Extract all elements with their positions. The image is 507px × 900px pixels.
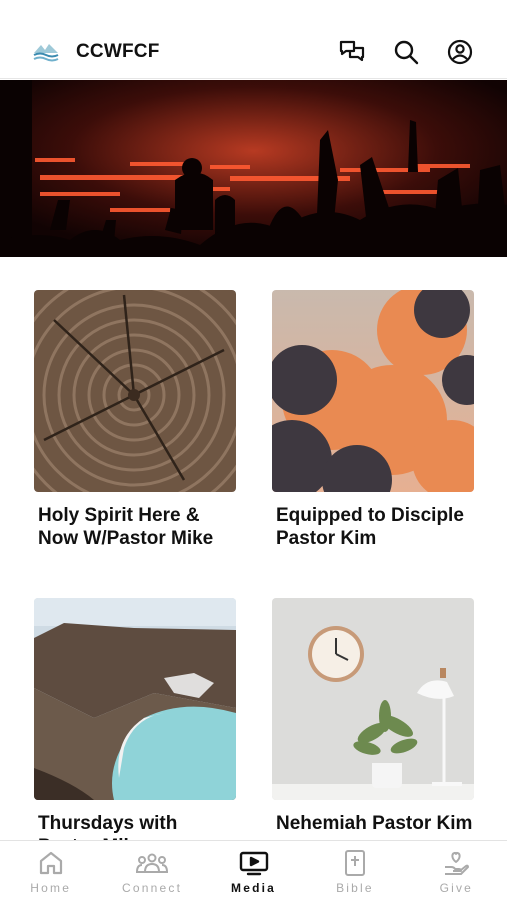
tab-label: Home [30, 881, 72, 895]
tab-media[interactable]: Media [203, 841, 304, 900]
logo-icon [33, 44, 59, 62]
search-button[interactable] [379, 32, 433, 72]
tab-home[interactable]: Home [0, 841, 101, 900]
sunset-clouds-image [272, 290, 474, 492]
tab-label: Give [439, 881, 474, 895]
card-title: Thursdays with Pastor Mike [38, 813, 178, 840]
hero-banner[interactable] [0, 80, 507, 257]
app-header: CCWFCF [0, 26, 507, 79]
chat-button[interactable] [325, 32, 379, 72]
card-title: Nehemiah Pastor Kim [276, 813, 473, 834]
media-card[interactable]: Equipped to Disciple Pastor Kim [272, 290, 474, 550]
app-title: CCWFCF [76, 41, 160, 62]
tab-label: Connect [122, 881, 183, 895]
tab-label: Media [231, 881, 277, 895]
tab-connect[interactable]: Connect [101, 841, 202, 900]
media-card[interactable]: Holy Spirit Here & Now W/Pastor Mike [34, 290, 236, 550]
search-icon [394, 40, 419, 65]
tv-play-icon [239, 851, 268, 876]
card-title: Holy Spirit Here & Now W/Pastor Mike [38, 505, 214, 549]
tab-bible[interactable]: Bible [304, 841, 405, 900]
status-bar [0, 0, 507, 26]
media-grid: Holy Spirit Here & Now W/Pastor Mike Equ… [34, 290, 474, 840]
tab-give[interactable]: Give [406, 841, 507, 900]
volcanic-lake-image [34, 598, 236, 800]
profile-button[interactable] [433, 32, 487, 72]
card-title: Equipped to Disciple Pastor Kim [276, 505, 464, 549]
bottom-tab-bar: Home Connect Media Bible Give [0, 840, 507, 900]
hero-image [0, 80, 507, 257]
heart-hand-icon [445, 851, 470, 875]
tab-label: Bible [336, 881, 374, 895]
media-card[interactable]: Nehemiah Pastor Kim [272, 598, 474, 835]
clock-and-plant-image [272, 598, 474, 800]
bible-icon [344, 850, 365, 876]
profile-icon [447, 39, 473, 65]
home-icon [39, 851, 62, 875]
chat-icon [339, 40, 365, 62]
tree-rings-image [34, 290, 236, 492]
people-icon [136, 853, 169, 873]
media-card[interactable]: Thursdays with Pastor Mike [34, 598, 236, 840]
